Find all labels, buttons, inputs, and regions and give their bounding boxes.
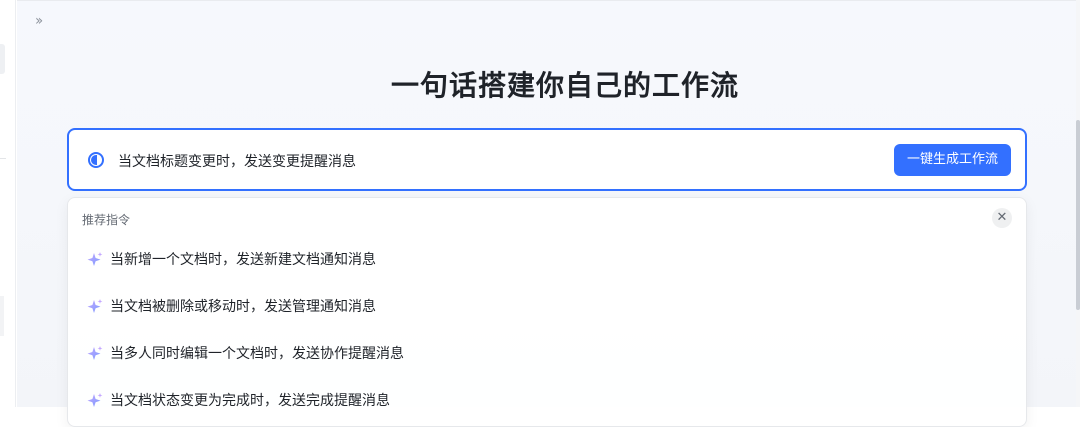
suggestion-label: 当新增一个文档时，发送新建文档通知消息 bbox=[110, 252, 376, 268]
suggestion-label: 当多人同时编辑一个文档时，发送协作提醒消息 bbox=[110, 346, 404, 362]
sidebar-fragment bbox=[0, 296, 4, 336]
workflow-builder-panel: ›› 一句话搭建你自己的工作流 当文档标题变更时，发送变更提醒消息 一键生成工作… bbox=[17, 0, 1076, 427]
sparkle-icon bbox=[87, 299, 103, 313]
left-sidebar-edge bbox=[0, 0, 16, 407]
sparkle-icon bbox=[87, 252, 103, 266]
close-icon[interactable]: ✕ bbox=[992, 208, 1012, 228]
ai-badge-icon bbox=[88, 152, 104, 168]
suggestion-label: 当文档被删除或移动时，发送管理通知消息 bbox=[110, 299, 376, 315]
suggestion-item[interactable]: 当文档被删除或移动时，发送管理通知消息 bbox=[68, 285, 1026, 332]
sidebar-fragment bbox=[0, 44, 5, 74]
suggestion-item[interactable]: 当新增一个文档时，发送新建文档通知消息 bbox=[68, 238, 1026, 285]
workflow-prompt-input[interactable]: 当文档标题变更时，发送变更提醒消息 一键生成工作流 bbox=[67, 128, 1027, 191]
scrollbar-thumb[interactable] bbox=[1076, 120, 1080, 310]
suggestion-item[interactable]: 当文档状态变更为完成时，发送完成提醒消息 bbox=[68, 379, 1026, 426]
page-title: 一句话搭建你自己的工作流 bbox=[390, 69, 739, 102]
sparkle-icon bbox=[87, 346, 103, 360]
sparkle-icon bbox=[87, 393, 103, 407]
suggestion-list: 当新增一个文档时，发送新建文档通知消息 当文档被删除或移动时，发送管理通知消息 … bbox=[68, 238, 1026, 426]
double-chevron-right-icon[interactable]: ›› bbox=[35, 13, 53, 29]
sidebar-divider bbox=[0, 158, 6, 159]
suggestions-panel: 推荐指令 ✕ 当新增一个文档时，发送新建文档通知消息 当文档被删除或移动时，发送… bbox=[67, 197, 1027, 427]
prompt-input-value[interactable]: 当文档标题变更时，发送变更提醒消息 bbox=[118, 151, 356, 171]
suggestions-header: 推荐指令 bbox=[82, 213, 131, 227]
scrollbar[interactable] bbox=[1076, 0, 1080, 407]
suggestion-item[interactable]: 当多人同时编辑一个文档时，发送协作提醒消息 bbox=[68, 332, 1026, 379]
generate-workflow-button[interactable]: 一键生成工作流 bbox=[894, 144, 1011, 176]
